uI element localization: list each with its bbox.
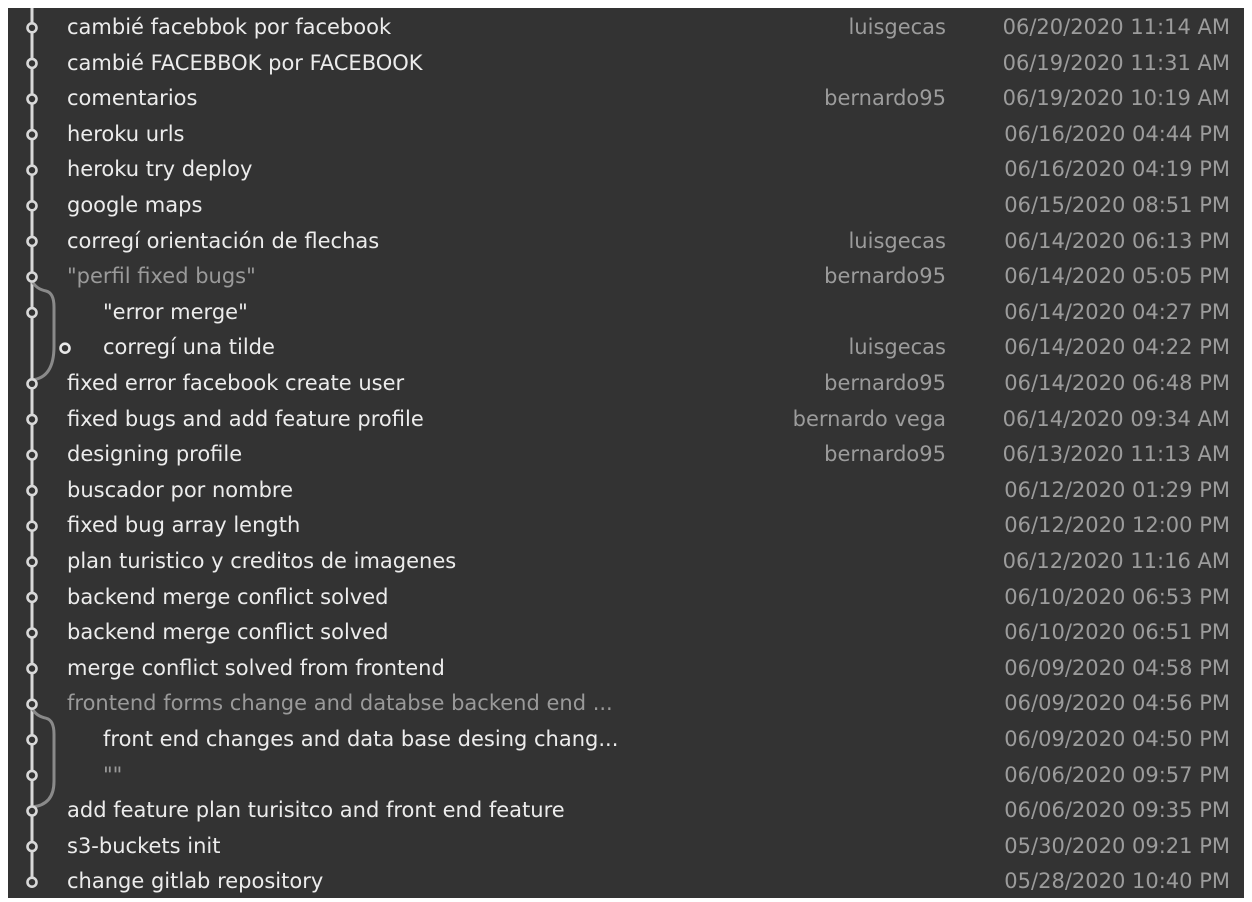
commit-row[interactable]: cambié FACEBBOK por FACEBOOK 06/19/2020 1… <box>8 46 1244 81</box>
commit-date: 06/14/2020 09:34 AM <box>1002 406 1230 431</box>
commit-subject: merge conflict solved from frontend <box>67 655 445 680</box>
commit-subject: backend merge conflict solved <box>67 620 389 645</box>
commit-date: 06/19/2020 10:19 AM <box>1002 86 1230 111</box>
commit-subject: fixed bug array length <box>67 513 301 538</box>
commit-date: 06/14/2020 04:27 PM <box>1004 299 1230 324</box>
commit-date: 06/12/2020 11:16 AM <box>1002 549 1230 573</box>
commit-row[interactable]: backend merge conflict solved 06/10/2020 … <box>8 580 1244 615</box>
commit-date: 06/06/2020 09:35 PM <box>1004 798 1230 823</box>
commit-row[interactable]: designing profile bernardo95 06/13/2020 11… <box>8 437 1244 472</box>
commit-date: 06/14/2020 06:48 PM <box>1004 371 1230 395</box>
commit-row[interactable]: backend merge conflict solved 06/10/2020 … <box>8 615 1244 650</box>
commit-author: bernardo95 <box>824 442 946 467</box>
commit-subject: fixed error facebook create user <box>67 371 405 395</box>
commit-subject: change gitlab repository <box>67 869 324 894</box>
commit-subject: comentarios <box>67 86 198 111</box>
commit-row[interactable]: buscador por nombre 06/12/2020 01:29 PM <box>8 473 1244 508</box>
commit-row[interactable]: "error merge" 06/14/2020 04:27 PM <box>8 295 1244 330</box>
commit-date: 06/09/2020 04:56 PM <box>1004 691 1230 716</box>
commit-date: 06/19/2020 11:31 AM <box>1002 50 1230 75</box>
commit-date: 06/10/2020 06:51 PM <box>1004 620 1230 645</box>
commit-date: 06/16/2020 04:19 PM <box>1004 157 1230 182</box>
commit-subject: plan turistico y creditos de imagenes <box>67 549 457 573</box>
commit-row[interactable]: fixed bug array length 06/12/2020 12:00 P… <box>8 508 1244 543</box>
commit-history-panel: cambié facebbok por facebook luisgecas 06/… <box>8 8 1244 898</box>
commit-row[interactable]: google maps 06/15/2020 08:51 PM <box>8 188 1244 223</box>
commit-date: 05/30/2020 09:21 PM <box>1004 833 1230 858</box>
commit-row[interactable]: "perfil fixed bugs" bernardo95 06/14/2020 … <box>8 259 1244 294</box>
commit-date: 06/06/2020 09:57 PM <box>1004 762 1230 787</box>
commit-row[interactable]: frontend forms change and databse backen… <box>8 686 1244 721</box>
commit-author: luisgecas <box>848 228 946 253</box>
commit-date: 06/15/2020 08:51 PM <box>1004 193 1230 217</box>
commit-subject: add feature plan turisitco and front end… <box>67 798 565 823</box>
commit-subject: cambié facebbok por facebook <box>67 15 392 39</box>
commit-date: 06/12/2020 01:29 PM <box>1004 477 1230 502</box>
commit-subject: front end changes and data base desing c… <box>103 727 619 751</box>
commit-row[interactable]: s3-buckets init 05/30/2020 09:21 PM <box>8 829 1244 864</box>
commit-row[interactable]: corregí orientación de flechas luisgecas 0… <box>8 224 1244 259</box>
commit-row[interactable]: merge conflict solved from frontend 06/09… <box>8 651 1244 686</box>
commit-author: bernardo vega <box>792 406 946 431</box>
commit-row[interactable]: heroku try deploy 06/16/2020 04:19 PM <box>8 152 1244 187</box>
commit-row[interactable]: cambié facebbok por facebook luisgecas 06/… <box>8 10 1244 45</box>
commit-date: 06/09/2020 04:58 PM <box>1004 655 1230 680</box>
commit-row[interactable]: comentarios bernardo95 06/19/2020 10:19 AM <box>8 81 1244 116</box>
commit-date: 06/14/2020 04:22 PM <box>1004 335 1230 360</box>
commit-date: 05/28/2020 10:40 PM <box>1004 869 1230 894</box>
commit-row[interactable]: "" 06/06/2020 09:57 PM <box>8 758 1244 793</box>
commit-row[interactable]: change gitlab repository 05/28/2020 10:40… <box>8 864 1244 899</box>
commit-subject: cambié FACEBBOK por FACEBOOK <box>67 50 423 75</box>
commit-row[interactable]: corregí una tilde luisgecas 06/14/2020 04:… <box>8 330 1244 365</box>
commit-row[interactable]: front end changes and data base desing c… <box>8 722 1244 757</box>
commit-subject: fixed bugs and add feature profile <box>67 406 424 431</box>
commit-subject: corregí una tilde <box>103 335 275 360</box>
commit-subject: designing profile <box>67 442 243 467</box>
commit-date: 06/13/2020 11:13 AM <box>1002 442 1230 467</box>
commit-subject: s3-buckets init <box>67 833 221 858</box>
commit-author: luisgecas <box>848 15 946 39</box>
commit-date: 06/20/2020 11:14 AM <box>1002 15 1230 39</box>
commit-author: bernardo95 <box>824 264 946 289</box>
commit-author: bernardo95 <box>824 86 946 111</box>
commit-subject: "error merge" <box>103 299 248 324</box>
commit-row[interactable]: heroku urls 06/16/2020 04:44 PM <box>8 117 1244 152</box>
commit-subject: google maps <box>67 193 203 217</box>
commit-subject: frontend forms change and databse backen… <box>67 691 613 716</box>
commit-subject: corregí orientación de flechas <box>67 228 380 253</box>
commit-author: luisgecas <box>848 335 946 360</box>
commit-date: 06/14/2020 06:13 PM <box>1004 228 1230 253</box>
commit-subject: buscador por nombre <box>67 477 294 502</box>
commit-subject: backend merge conflict solved <box>67 584 389 609</box>
commit-subject: "perfil fixed bugs" <box>67 264 256 289</box>
commit-date: 06/16/2020 04:44 PM <box>1004 121 1230 146</box>
commit-author: bernardo95 <box>824 371 946 395</box>
commit-date: 06/14/2020 05:05 PM <box>1004 264 1230 289</box>
commit-date: 06/12/2020 12:00 PM <box>1004 513 1230 538</box>
commit-row[interactable]: plan turistico y creditos de imagenes 06/… <box>8 544 1244 579</box>
commit-row[interactable]: add feature plan turisitco and front end… <box>8 793 1244 828</box>
commit-subject: heroku urls <box>67 121 185 146</box>
commit-date: 06/09/2020 04:50 PM <box>1004 727 1230 751</box>
commit-subject: "" <box>103 762 123 787</box>
commit-row[interactable]: fixed error facebook create user bernardo… <box>8 366 1244 401</box>
commit-row[interactable]: fixed bugs and add feature profile bernar… <box>8 402 1244 437</box>
commit-date: 06/10/2020 06:53 PM <box>1004 584 1230 609</box>
commit-subject: heroku try deploy <box>67 157 253 182</box>
